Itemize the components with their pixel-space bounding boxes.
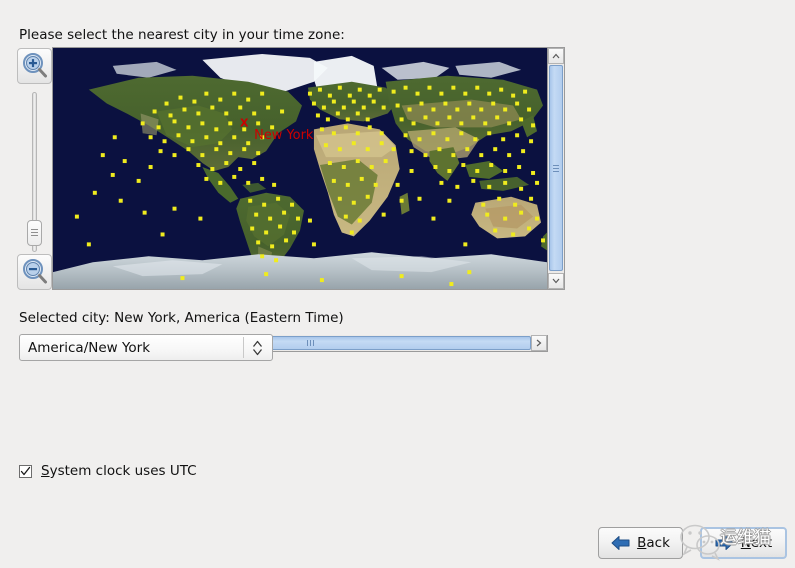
mnemonic: N [740, 535, 751, 551]
grip-line [31, 235, 38, 236]
page-title: Please select the nearest city in your t… [19, 27, 345, 43]
grip-line [553, 168, 559, 169]
label-mnemonic: S [41, 463, 50, 479]
zoom-out-button[interactable] [17, 254, 52, 290]
grip-line [307, 340, 308, 346]
grip-line [31, 229, 38, 230]
grip-line [310, 340, 311, 346]
grip-line [313, 340, 314, 346]
chevron-right-icon [536, 339, 542, 347]
selected-city-text: Selected city: New York, America (Easter… [19, 310, 344, 326]
arrow-right-icon [715, 536, 734, 550]
grip-line [553, 165, 559, 166]
magnifier-minus-icon [23, 259, 47, 284]
scroll-right-button[interactable] [531, 335, 547, 351]
grip-line [31, 232, 38, 233]
timezone-map-panel: X New York [17, 47, 565, 352]
world-map-viewport[interactable]: X New York [52, 47, 548, 290]
map-vertical-scrollbar[interactable] [548, 47, 565, 290]
chevron-updown-icon [252, 340, 263, 356]
scroll-down-button[interactable] [548, 273, 564, 289]
chevron-up-icon [552, 53, 560, 59]
scroll-up-button[interactable] [548, 48, 564, 64]
world-map-image: X New York [53, 48, 547, 289]
next-button-label: Next [741, 535, 772, 551]
timezone-select-value: America/New York [28, 340, 151, 356]
next-button[interactable]: Next [700, 527, 787, 559]
combo-divider [243, 337, 244, 358]
chevron-down-icon [552, 278, 560, 284]
timezone-select[interactable]: America/New York [19, 334, 273, 361]
label-rest: ystem clock uses UTC [49, 463, 197, 479]
system-clock-utc-checkbox-row[interactable]: System clock uses UTC [19, 462, 197, 480]
arrow-left-icon [611, 536, 630, 550]
map-marker-symbol: X [240, 116, 249, 129]
label-rest: ext [750, 535, 773, 551]
system-clock-utc-label: System clock uses UTC [41, 463, 197, 479]
magnifier-plus-icon [23, 53, 47, 78]
label-rest: ack [646, 535, 670, 551]
mnemonic: B [637, 535, 647, 551]
checkmark-icon [20, 466, 31, 475]
zoom-in-button[interactable] [17, 48, 52, 84]
vertical-scroll-thumb[interactable] [549, 65, 563, 271]
map-marker-label: New York [254, 128, 314, 143]
system-clock-utc-checkbox[interactable] [19, 464, 32, 478]
back-button[interactable]: Back [598, 527, 683, 559]
back-button-label: Back [637, 535, 670, 551]
map-zoom-controls [17, 47, 53, 290]
zoom-slider-thumb[interactable] [27, 220, 42, 246]
grip-line [553, 171, 559, 172]
zoom-level-slider[interactable] [27, 92, 42, 252]
